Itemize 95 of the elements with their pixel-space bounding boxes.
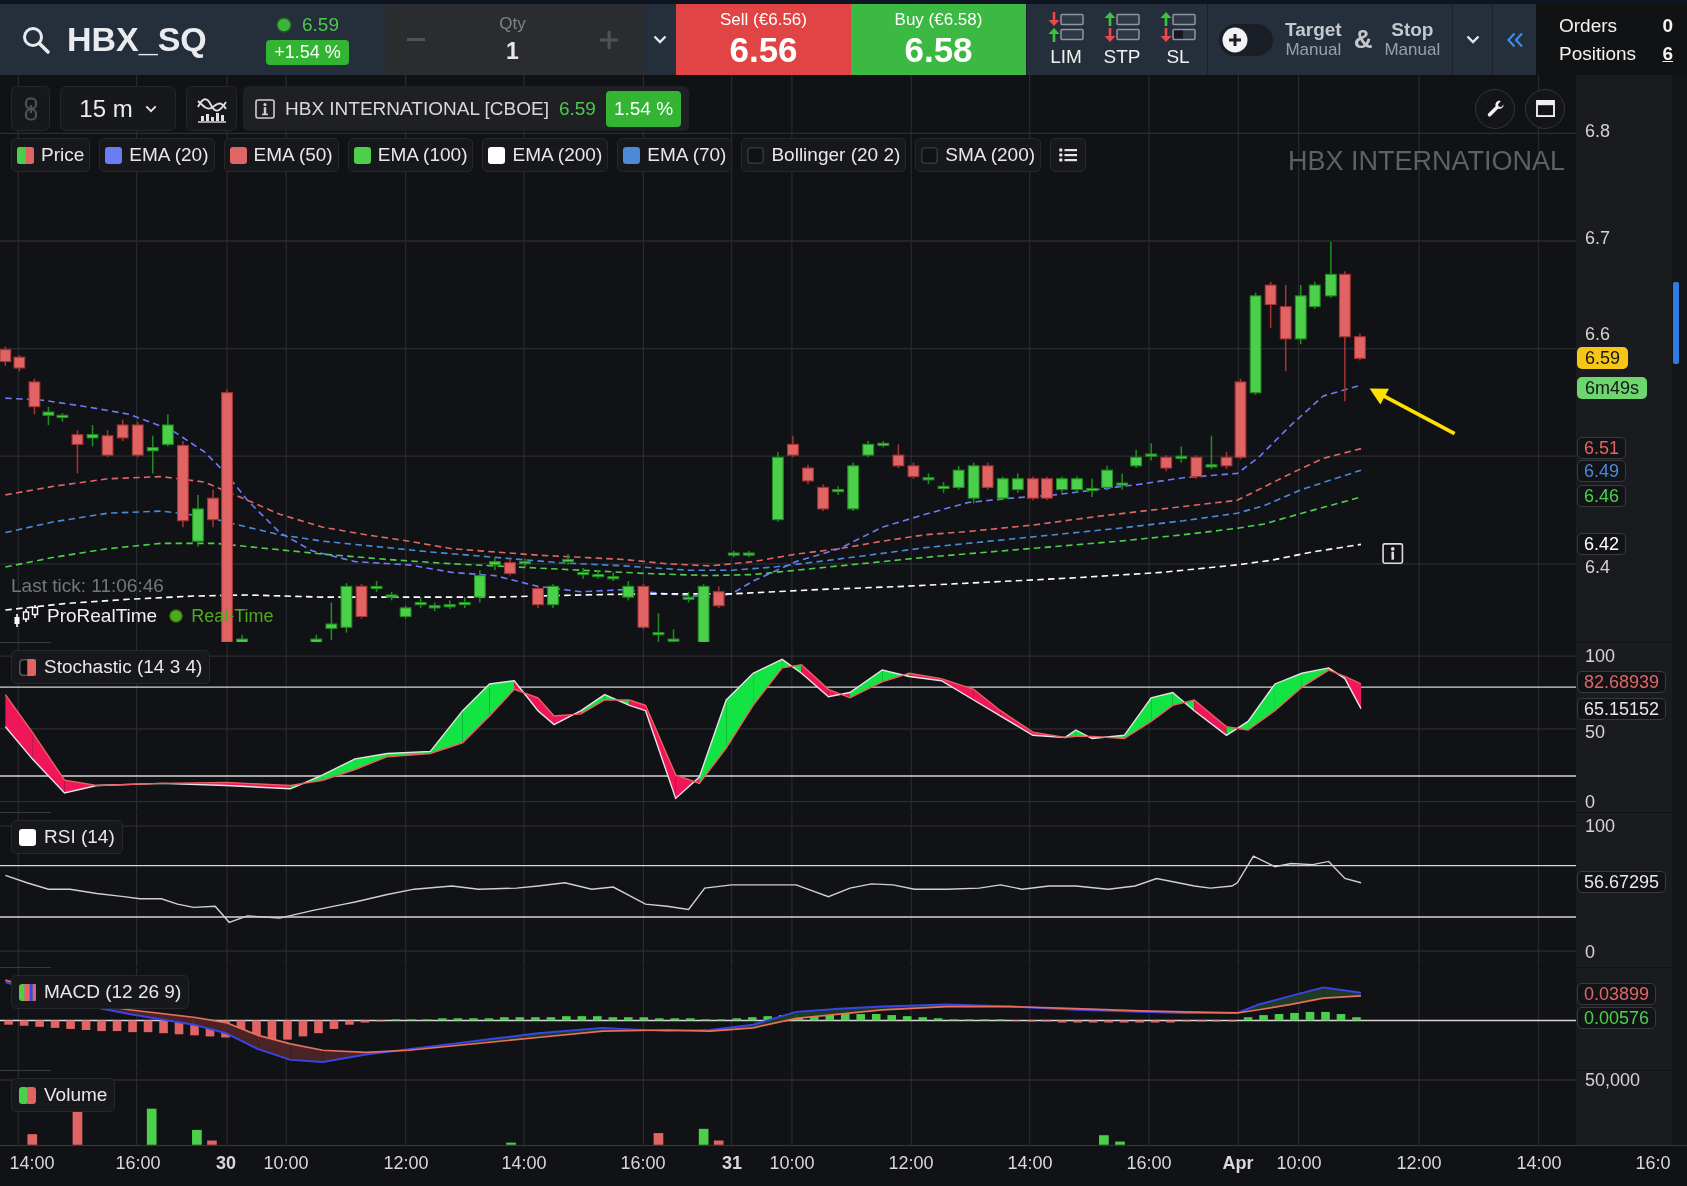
order-arrows-icon [1159, 11, 1197, 42]
chart-caption: HBX INTERNATIONAL [1287, 145, 1565, 177]
chevron-down-icon [144, 104, 157, 113]
target-button[interactable]: Target Manual [1285, 19, 1342, 60]
indicator-chip[interactable]: Volume [11, 1078, 116, 1112]
axis-value-tag: 6.51 [1577, 437, 1627, 459]
axis-tick-label: 100 [1585, 815, 1616, 837]
time-axis-label: 10:00 [1276, 1152, 1322, 1174]
axis-tick-label: 50 [1585, 721, 1606, 743]
window-icon [1535, 100, 1555, 117]
chain-link-icon [23, 96, 38, 121]
time-axis-label: 12:00 [383, 1152, 429, 1174]
axis-value-tag: 6.49 [1577, 460, 1627, 482]
axis-value-tag: 6.42 [1577, 533, 1627, 555]
separator-text: & [1353, 24, 1373, 55]
time-axis-label: 16:00 [115, 1152, 161, 1174]
axis-tick-label: 6.4 [1585, 556, 1611, 578]
settings-button[interactable] [1475, 88, 1515, 129]
summary-value[interactable]: 6 [1662, 42, 1673, 65]
indicators-button[interactable] [186, 86, 237, 131]
instrument-price: 6.59 [558, 97, 596, 120]
plus-icon [600, 30, 618, 49]
time-axis-label: 31 [722, 1152, 742, 1174]
search-icon[interactable] [22, 25, 50, 54]
info-icon[interactable] [255, 98, 275, 119]
axis-tick-label: 100 [1585, 645, 1616, 667]
axis-tick-label: 0 [1585, 941, 1595, 963]
axis-tick-label: 6.6 [1585, 323, 1611, 345]
order-type-button[interactable]: SL [1150, 11, 1206, 68]
list-button[interactable] [1050, 138, 1087, 172]
list-icon [1059, 148, 1078, 162]
plus-circle-icon [1222, 26, 1248, 53]
time-axis-label: 16:00 [620, 1152, 666, 1174]
status-dot-icon [276, 17, 292, 33]
time-axis-label: 14:00 [9, 1152, 55, 1174]
order-arrows-icon [1103, 11, 1141, 42]
minus-icon [407, 38, 425, 41]
time-axis-label: 16:0 [1635, 1152, 1671, 1174]
summary-label: Positions [1559, 42, 1637, 65]
chevron-down-icon [652, 35, 667, 44]
time-axis-label: 12:00 [888, 1152, 934, 1174]
legend-chip[interactable]: SMA (200) [915, 138, 1042, 172]
axis-value-tag: 6.46 [1577, 485, 1627, 507]
axis-value-tag: 6m49s [1577, 377, 1648, 399]
indicator-chip[interactable]: RSI (14) [11, 820, 123, 854]
order-type-button[interactable]: LIM [1038, 11, 1094, 68]
time-axis-label: 10:00 [769, 1152, 815, 1174]
wrench-icon [1485, 99, 1505, 118]
time-axis-label: 16:00 [1126, 1152, 1172, 1174]
axis-value-tag: 56.67295 [1577, 871, 1667, 893]
sell-button[interactable]: Sell (€6.56) 6.56 [676, 4, 851, 75]
axis-tick-label: 6.7 [1585, 227, 1611, 249]
split-swatch-icon [19, 1086, 36, 1104]
time-axis-label: Apr [1222, 1152, 1254, 1174]
quantity-field[interactable]: 1 [506, 38, 519, 65]
legend-chip[interactable]: EMA (20) [99, 138, 215, 172]
axis-tick-label: 50,000 [1585, 1069, 1641, 1091]
toggle-switch[interactable] [1219, 23, 1273, 56]
time-axis-label: 30 [216, 1152, 236, 1174]
axis-tick-label: 0 [1585, 791, 1595, 813]
quantity-label: Qty [499, 14, 526, 34]
window-button[interactable] [1525, 88, 1565, 129]
change-badge: 1.54 % [605, 90, 682, 127]
legend-chip[interactable]: Bollinger (20 2) [741, 138, 907, 172]
legend-chip[interactable]: EMA (100) [347, 138, 474, 172]
double-chevron-left-icon [1505, 31, 1524, 48]
axis-value-tag: 0.00576 [1577, 1007, 1657, 1029]
order-arrows-icon [1047, 11, 1085, 42]
symbol-title: HBX_SQ [67, 20, 207, 59]
info-icon[interactable] [1382, 543, 1404, 565]
time-axis-label: 10:00 [263, 1152, 309, 1174]
time-axis-label: 14:00 [1007, 1152, 1053, 1174]
last-price: 6.59 [302, 14, 339, 36]
time-axis-label: 14:00 [1516, 1152, 1562, 1174]
stop-button[interactable]: Stop Manual [1384, 19, 1441, 60]
axis-value-tag: 65.15152 [1577, 698, 1667, 720]
change-badge: +1.54 % [266, 40, 349, 65]
summary-label: Orders [1559, 14, 1618, 37]
legend-chip[interactable]: EMA (50) [223, 138, 339, 172]
legend-chip[interactable]: EMA (200) [482, 138, 609, 172]
summary-value: 0 [1662, 14, 1673, 37]
legend-chip[interactable]: EMA (70) [617, 138, 733, 172]
order-type-button[interactable]: STP [1094, 11, 1150, 68]
chevron-down-icon [1465, 35, 1480, 44]
axis-value-tag: 82.68939 [1577, 671, 1667, 693]
axis-value-tag: 6.59 [1577, 347, 1629, 369]
scrollbar-thumb[interactable] [1673, 282, 1679, 364]
axis-tick-label: 6.8 [1585, 120, 1611, 142]
time-axis-label: 12:00 [1396, 1152, 1442, 1174]
time-axis-label: 14:00 [501, 1152, 547, 1174]
timeframe-dropdown[interactable]: 15 m [60, 86, 176, 131]
color-swatch-icon [19, 828, 36, 846]
instrument-name: HBX INTERNATIONAL [CBOE] [285, 97, 549, 120]
legend-chip[interactable]: Price [11, 138, 91, 172]
axis-value-tag: 0.03899 [1577, 983, 1657, 1005]
